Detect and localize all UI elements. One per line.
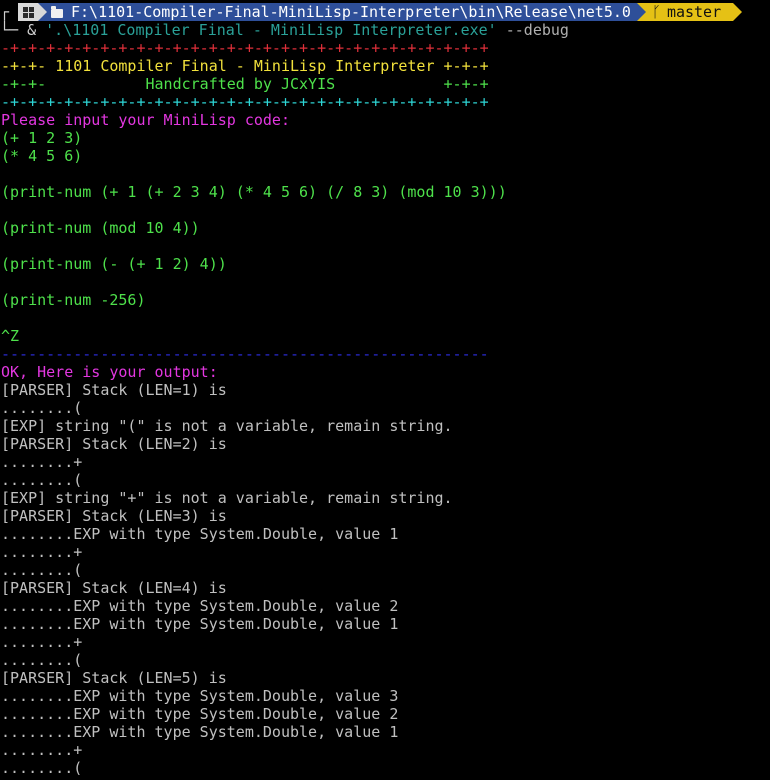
output-line: ........( xyxy=(1,759,83,777)
output-line: ........EXP with type System.Double, val… xyxy=(1,525,399,543)
windows-icon xyxy=(22,6,34,18)
output-line: ----------------------------------------… xyxy=(1,345,489,363)
output-line: ........+ xyxy=(1,453,83,471)
output-line: [PARSER] Stack (LEN=2) is xyxy=(1,435,227,453)
output-line: ........+ xyxy=(1,741,83,759)
output-line: -+-+-+-+-+-+-+-+-+-+-+-+-+-+-+-+-+-+-+-+… xyxy=(1,39,489,57)
segment-separator xyxy=(733,3,743,21)
output-line: ........( xyxy=(1,561,83,579)
output-line: ........EXP with type System.Double, val… xyxy=(1,723,399,741)
output-line: ........( xyxy=(1,471,83,489)
output-line: (+ 1 2 3) xyxy=(1,129,83,147)
os-segment xyxy=(18,3,38,21)
output-line: -+-+- 1101 Compiler Final - MiniLisp Int… xyxy=(1,57,489,75)
output-line: [EXP] string "+" is not a variable, rema… xyxy=(1,489,453,507)
output-line: -+-+- Handcrafted by JCxYIS +-+-+ xyxy=(1,75,489,93)
git-branch-name: master xyxy=(666,3,722,21)
output-line: OK, Here is your output: xyxy=(1,363,218,381)
output-line: (* 4 5 6) xyxy=(1,147,83,165)
segment-separator xyxy=(38,3,47,21)
command-line[interactable]: └─ & '.\1101 Compiler Final - MiniLisp I… xyxy=(0,21,569,39)
output-line: -+-+-+-+-+-+-+-+-+-+-+-+-+-+-+-+-+-+-+-+… xyxy=(1,93,489,111)
output-line: ........EXP with type System.Double, val… xyxy=(1,597,399,615)
output-line: ........+ xyxy=(1,633,83,651)
output-line: [EXP] string "(" is not a variable, rema… xyxy=(1,417,453,435)
folder-icon xyxy=(51,5,63,18)
output-line: ........EXP with type System.Double, val… xyxy=(1,705,399,723)
output-line: ........( xyxy=(1,399,83,417)
call-operator: & xyxy=(27,21,37,39)
shell-prompt: ┌ F:\1101-Compiler-Final-MiniLisp-Interp… xyxy=(0,3,743,21)
output-line: [PARSER] Stack (LEN=1) is xyxy=(1,381,227,399)
output-line: [PARSER] Stack (LEN=4) is xyxy=(1,579,227,597)
prompt-corner: ┌ xyxy=(0,3,10,21)
current-path: F:\1101-Compiler-Final-MiniLisp-Interpre… xyxy=(71,3,631,21)
output-line: ........+ xyxy=(1,543,83,561)
git-segment: ᚴ master xyxy=(645,3,734,21)
output-line: (print-num (mod 10 4)) xyxy=(1,219,200,237)
output-line: ^Z xyxy=(1,327,20,345)
output-line: ........EXP with type System.Double, val… xyxy=(1,615,399,633)
git-branch-icon: ᚴ xyxy=(651,3,661,21)
output-line: (print-num (+ 1 (+ 2 3 4) (* 4 5 6) (/ 8… xyxy=(1,183,507,201)
prompt-corner-bottom: └─ xyxy=(0,21,19,39)
output-line: [PARSER] Stack (LEN=3) is xyxy=(1,507,227,525)
output-line: (print-num (- (+ 1 2) 4)) xyxy=(1,255,227,273)
debug-flag: --debug xyxy=(505,21,569,39)
path-segment: F:\1101-Compiler-Final-MiniLisp-Interpre… xyxy=(47,3,637,21)
output-line: Please input your MiniLisp code: xyxy=(1,111,290,129)
output-line: ........EXP with type System.Double, val… xyxy=(1,687,399,705)
terminal-output[interactable]: -+-+-+-+-+-+-+-+-+-+-+-+-+-+-+-+-+-+-+-+… xyxy=(1,39,507,777)
output-line: [PARSER] Stack (LEN=5) is xyxy=(1,669,227,687)
output-line: (print-num -256) xyxy=(1,291,146,309)
segment-separator xyxy=(636,3,646,21)
output-line: ........( xyxy=(1,651,83,669)
executable-path: '.\1101 Compiler Final - MiniLisp Interp… xyxy=(45,21,497,39)
